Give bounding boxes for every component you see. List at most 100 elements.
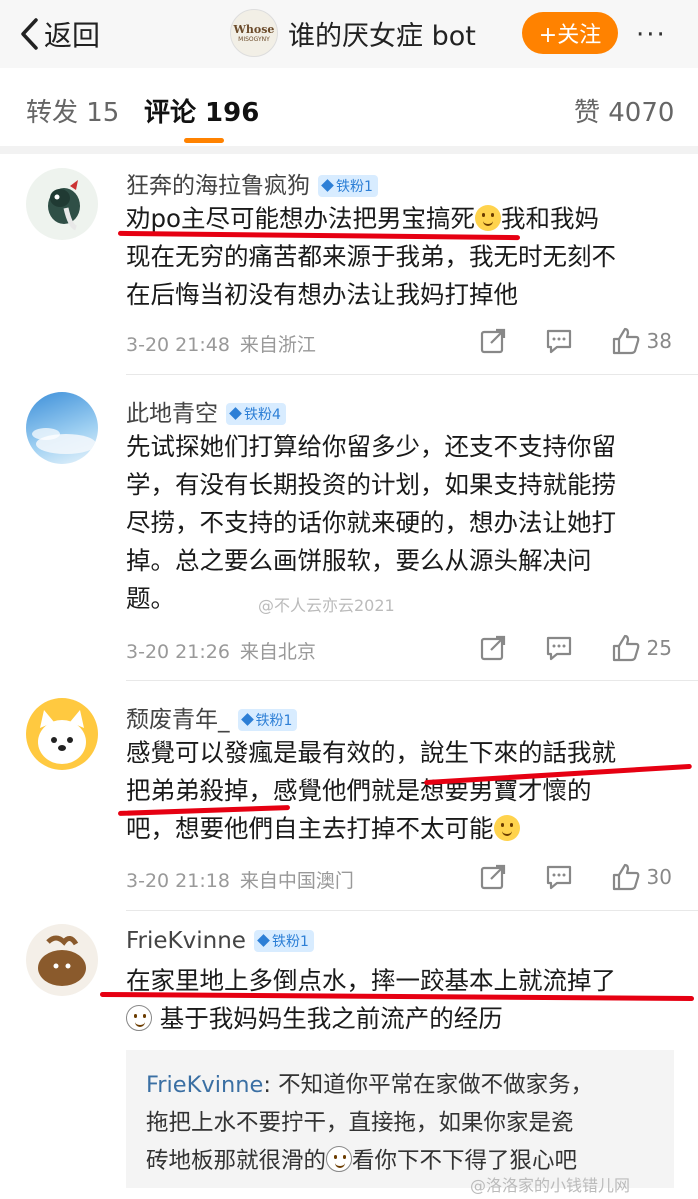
comment-line: 先试探她们打算给你留多少，还支不支持你留 — [126, 432, 616, 461]
comment-location: 来自浙江 — [239, 334, 316, 356]
share-icon[interactable] — [479, 863, 507, 891]
chevron-left-icon — [21, 18, 38, 50]
avatar[interactable] — [26, 392, 98, 464]
bird-avatar-icon — [48, 180, 80, 231]
like-button[interactable]: 38 — [611, 326, 672, 356]
comment-username[interactable]: 狂奔的海拉鲁疯狗 铁粉1 — [126, 166, 378, 200]
top-bar: 返回 Whose MISOGYNY 谁的厌女症 bot +关注 ··· — [0, 0, 698, 68]
comment-text-c: 现在无穷的痛苦都来源于我弟，我无时无刻不 — [126, 242, 616, 271]
username-text[interactable]: 狂奔的海拉鲁疯狗 — [126, 173, 310, 199]
back-button[interactable]: 返回 — [18, 14, 100, 54]
share-icon[interactable] — [479, 634, 507, 662]
comment-text: 先试探她们打算给你留多少，还支不支持你留 学，有没有长期投资的计划，如果支持就能… — [126, 428, 682, 618]
comment-username[interactable]: FrieKvinne 铁粉1 — [126, 928, 314, 954]
comment-actions: 38 — [441, 326, 672, 356]
diamond-icon — [257, 934, 270, 947]
page-title-group: Whose MISOGYNY 谁的厌女症 bot — [230, 9, 476, 57]
logo-text: Whose — [233, 22, 275, 36]
avatar[interactable] — [26, 698, 98, 770]
comment-time: 3-20 21:26 — [126, 641, 230, 663]
divider — [126, 374, 698, 375]
diamond-icon — [321, 179, 334, 192]
comment-text-d: 在后悔当初没有想办法让我妈打掉他 — [126, 280, 518, 309]
comment-text-b: 我和我妈 — [501, 204, 600, 233]
comment-line: 吧，想要他們自主去打掉不太可能 — [126, 814, 494, 843]
comment-line: 把弟弟殺掉，感覺他們就是想要男寶才懷的 — [126, 776, 592, 805]
section-separator — [0, 146, 698, 154]
watermark: @不人云亦云2021 — [258, 596, 395, 615]
reply-username[interactable]: FrieKvinne — [146, 1072, 263, 1098]
like-count: 25 — [646, 636, 672, 660]
fan-badge: 铁粉1 — [318, 174, 378, 197]
comment-time: 3-20 21:48 — [126, 334, 230, 356]
tab-repost[interactable]: 转发 15 — [26, 92, 119, 129]
reply-line: 看你下不下得了狠心吧 — [352, 1148, 578, 1174]
comment-line: 基于我妈妈生我之前流产的经历 — [159, 1004, 503, 1033]
comment-icon[interactable] — [545, 863, 573, 891]
comment-time: 3-20 21:18 — [126, 870, 230, 892]
share-icon[interactable] — [479, 327, 507, 355]
username-text[interactable]: 此地青空 — [126, 401, 218, 427]
username-text[interactable]: 颓废青年_ — [126, 707, 230, 733]
fan-badge-label: 铁粉1 — [336, 178, 373, 195]
avatar[interactable] — [26, 168, 98, 240]
comment-line: 感覺可以發瘋是最有效的，說生下來的話我就 — [126, 738, 616, 767]
logo-subtext: MISOGYNY — [238, 35, 270, 43]
like-button[interactable]: 25 — [611, 633, 672, 663]
more-menu-icon[interactable]: ··· — [636, 20, 667, 50]
comment-text-a: 劝po主尽可能想办法把男宝搞死 — [126, 204, 476, 233]
diamond-icon — [240, 713, 254, 726]
reply-line: 拖把上水不要拧干，直接拖，如果你家是瓷 — [146, 1110, 574, 1136]
comment-line: 学，有没有长期投资的计划，如果支持就能捞 — [126, 470, 616, 499]
sky-avatar-icon — [32, 428, 96, 454]
active-tab-indicator — [184, 138, 224, 143]
username-text[interactable]: FrieKvinne — [126, 928, 246, 954]
comment-line: 题。 — [126, 584, 175, 613]
comment-username[interactable]: 此地青空 铁粉4 — [126, 394, 286, 428]
like-button[interactable]: 30 — [611, 862, 672, 892]
thumbs-up-icon — [612, 634, 639, 662]
follow-button[interactable]: +关注 — [522, 12, 618, 54]
reply-line: : 不知道你平常在家做不做家务， — [263, 1072, 594, 1098]
panic-emoji-icon — [126, 1005, 152, 1031]
divider — [126, 910, 698, 911]
comment-icon[interactable] — [545, 327, 573, 355]
smile-emoji-icon — [475, 205, 502, 231]
comment-text: 劝po主尽可能想办法把男宝搞死 我和我妈 现在无穷的痛苦都来源于我弟，我无时无刻不… — [126, 200, 682, 314]
page-title: 谁的厌女症 bot — [288, 20, 476, 52]
fan-badge-label: 铁粉1 — [255, 712, 293, 729]
comment-line: 掉。总之要么画饼服软，要么从源头解决问 — [126, 546, 592, 575]
comment-actions: 30 — [441, 862, 672, 892]
back-label: 返回 — [44, 19, 101, 52]
fan-badge-label: 铁粉4 — [244, 406, 281, 423]
watermark: @洛洛家的小钱错儿网 — [470, 1176, 631, 1195]
reply-line: 砖地板那就很滑的 — [146, 1148, 327, 1174]
tab-comments[interactable]: 评论 196 — [144, 92, 259, 129]
like-count: 30 — [646, 865, 672, 889]
reply-text: FrieKvinne: 不知道你平常在家做不做家务， 拖把上水不要拧干，直接拖，… — [146, 1066, 666, 1180]
comment-icon[interactable] — [545, 634, 573, 662]
fan-badge: 铁粉1 — [253, 929, 314, 952]
avatar[interactable] — [26, 924, 98, 996]
tab-likes[interactable]: 赞 4070 — [574, 92, 674, 129]
fan-badge: 铁粉1 — [237, 708, 298, 731]
like-count: 38 — [646, 329, 672, 353]
thumbs-up-icon — [612, 327, 639, 355]
diamond-icon — [229, 407, 242, 420]
comment-location: 来自中国澳门 — [239, 870, 354, 892]
dog-avatar-icon — [38, 710, 86, 764]
cartoon-avatar-icon — [38, 935, 86, 986]
fan-badge-label: 铁粉1 — [271, 933, 309, 950]
comment-username[interactable]: 颓废青年_ 铁粉1 — [126, 700, 298, 734]
comment-location: 来自北京 — [239, 641, 316, 663]
divider — [126, 680, 698, 681]
comment-text: 感覺可以發瘋是最有效的，說生下來的話我就 把弟弟殺掉，感覺他們就是想要男寶才懷的… — [126, 734, 682, 848]
comment-actions: 25 — [441, 633, 672, 663]
tab-bar: 转发 15 评论 196 赞 4070 — [0, 76, 698, 146]
fan-badge: 铁粉4 — [226, 402, 286, 425]
comment-line: 尽捞，不支持的话你就来硬的，想办法让她打 — [126, 508, 616, 537]
account-logo: Whose MISOGYNY — [230, 9, 278, 57]
panic-emoji-icon — [326, 1146, 353, 1172]
thumbs-up-icon — [612, 863, 639, 891]
reply-preview[interactable]: FrieKvinne: 不知道你平常在家做不做家务， 拖把上水不要拧干，直接拖，… — [126, 1050, 674, 1188]
